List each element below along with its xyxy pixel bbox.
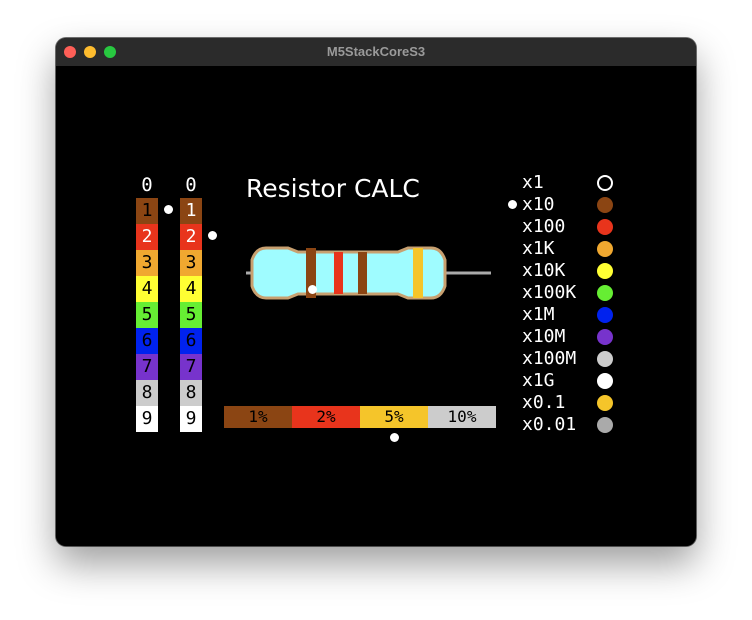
- multiplier-label: x1M: [522, 304, 555, 325]
- multiplier-label: x100: [522, 216, 566, 237]
- digit1-option-4[interactable]: 4: [136, 276, 158, 302]
- digit2-value: 0: [185, 174, 197, 196]
- app-window: M5StackCoreS3 0 0 123456789 123456789 Re…: [56, 38, 696, 546]
- digit1-selection-marker: [164, 205, 173, 214]
- digit2-option-1[interactable]: 1: [180, 198, 202, 224]
- digit1-value: 0: [141, 174, 153, 196]
- color-swatch-icon: [597, 197, 613, 213]
- digit2-option-4[interactable]: 4: [180, 276, 202, 302]
- digit1-option-7[interactable]: 7: [136, 354, 158, 380]
- multiplier-label: x10K: [522, 260, 566, 281]
- digit1-option-1[interactable]: 1: [136, 198, 158, 224]
- digit1-option-5[interactable]: 5: [136, 302, 158, 328]
- color-swatch-icon: [597, 219, 613, 235]
- resistor-band-tolerance: [413, 248, 423, 298]
- multiplier-label: x100M: [522, 348, 577, 369]
- digit1-option-6[interactable]: 6: [136, 328, 158, 354]
- digit2-selection-marker: [208, 231, 217, 240]
- title-bar: M5StackCoreS3: [56, 38, 696, 67]
- color-swatch-icon: [597, 175, 613, 191]
- tolerance-selector[interactable]: 1% 2% 5% 10%: [224, 406, 496, 428]
- resistor-selection-marker: [308, 285, 317, 294]
- digit2-option-7[interactable]: 7: [180, 354, 202, 380]
- tolerance-option-5pct[interactable]: 5%: [360, 406, 428, 428]
- multiplier-label: x10: [522, 194, 555, 215]
- app-title: Resistor CALC: [246, 174, 420, 203]
- tolerance-option-2pct[interactable]: 2%: [292, 406, 360, 428]
- color-swatch-icon: [597, 373, 613, 389]
- digit2-selector[interactable]: 123456789: [180, 198, 202, 432]
- digit1-option-8[interactable]: 8: [136, 380, 158, 406]
- tolerance-option-10pct[interactable]: 10%: [428, 406, 496, 428]
- multiplier-label: x1G: [522, 370, 555, 391]
- resistor-band-2: [334, 252, 343, 294]
- multiplier-selection-marker: [508, 200, 517, 209]
- multiplier-label: x10M: [522, 326, 566, 347]
- resistor-band-multiplier: [358, 252, 367, 294]
- color-swatch-icon: [597, 241, 613, 257]
- multiplier-label: x1: [522, 172, 544, 193]
- multiplier-label: x100K: [522, 282, 577, 303]
- multiplier-label: x1K: [522, 238, 555, 259]
- digit1-selector[interactable]: 123456789: [136, 198, 158, 432]
- multiplier-label: x0.1: [522, 392, 566, 413]
- color-swatch-icon: [597, 285, 613, 301]
- digit2-option-5[interactable]: 5: [180, 302, 202, 328]
- device-screen: 0 0 123456789 123456789 Resistor CALC 1%…: [56, 66, 696, 546]
- color-swatch-icon: [597, 417, 613, 433]
- tolerance-selection-marker: [390, 433, 399, 442]
- color-swatch-icon: [597, 263, 613, 279]
- tolerance-option-1pct[interactable]: 1%: [224, 406, 292, 428]
- digit2-option-8[interactable]: 8: [180, 380, 202, 406]
- digit2-option-2[interactable]: 2: [180, 224, 202, 250]
- resistor-graphic: [246, 246, 491, 300]
- color-swatch-icon: [597, 307, 613, 323]
- digit2-option-9[interactable]: 9: [180, 406, 202, 432]
- color-swatch-icon: [597, 329, 613, 345]
- digit1-option-2[interactable]: 2: [136, 224, 158, 250]
- multiplier-label: x0.01: [522, 414, 577, 435]
- window-title: M5StackCoreS3: [326, 44, 426, 59]
- digit1-option-3[interactable]: 3: [136, 250, 158, 276]
- color-swatch-icon: [597, 351, 613, 367]
- digit2-option-6[interactable]: 6: [180, 328, 202, 354]
- color-swatch-icon: [597, 395, 613, 411]
- digit1-option-9[interactable]: 9: [136, 406, 158, 432]
- digit2-option-3[interactable]: 3: [180, 250, 202, 276]
